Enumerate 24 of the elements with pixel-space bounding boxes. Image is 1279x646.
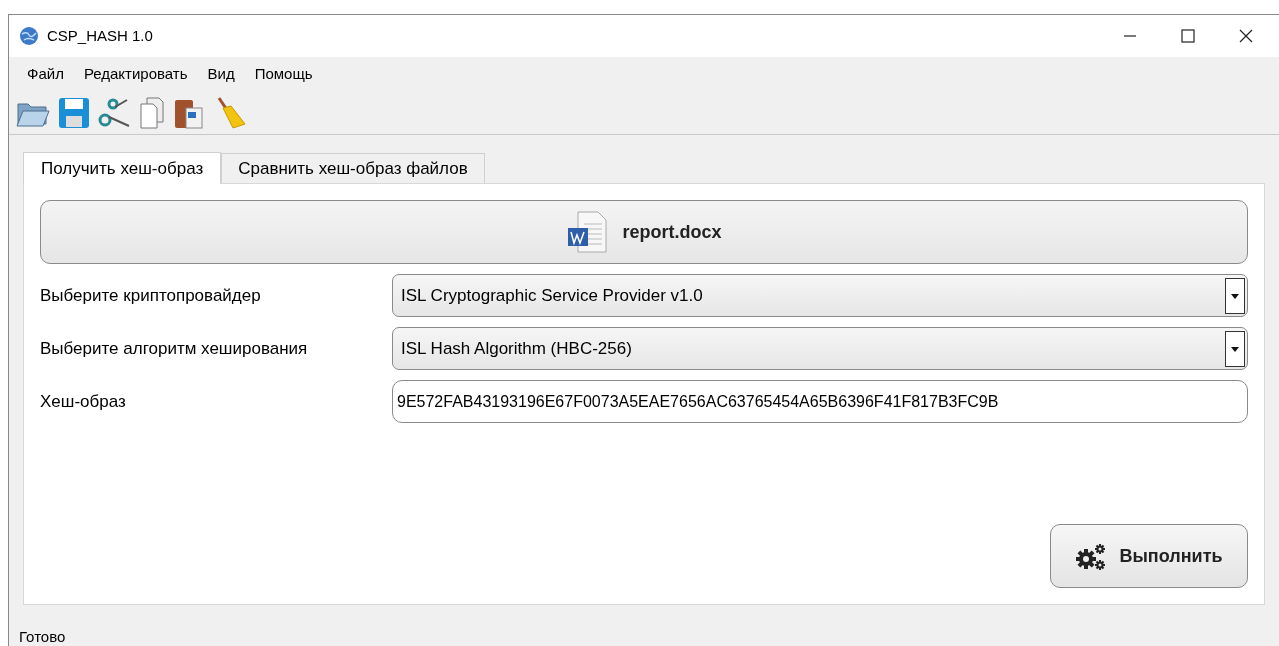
hash-field[interactable]: 9E572FAB43193196E67F0073A5EAE7656AC63765454A65B6396F41F817B3FC9B	[392, 380, 1248, 423]
menu-item[interactable]: Вид	[199, 62, 243, 86]
menu-item[interactable]: Редактировать	[75, 62, 196, 86]
run-button[interactable]: Выполнить	[1050, 524, 1248, 588]
field-label: Хеш-образ	[40, 390, 127, 413]
minimize-icon	[1123, 35, 1137, 37]
copy-icon[interactable]	[137, 95, 167, 130]
file-name: report.docx	[622, 220, 722, 244]
dropdown[interactable]: ISL Hash Algorithm (HBC-256)	[392, 327, 1248, 370]
document-icon	[566, 210, 609, 254]
maximize-icon	[1180, 28, 1196, 44]
app-globe-icon	[19, 26, 39, 46]
close-icon	[1238, 28, 1254, 44]
window-title: CSP_HASH 1.0	[47, 25, 153, 46]
save-icon[interactable]	[57, 95, 91, 130]
tab[interactable]: Сравнить хеш-образ файлов	[221, 153, 485, 183]
dropdown[interactable]: ISL Cryptographic Service Provider v1.0	[392, 274, 1248, 317]
menu-item[interactable]: Файл	[19, 62, 72, 86]
field-label: Выберите криптопровайдер	[40, 284, 262, 307]
field-label: Выберите алгоритм хеширования	[40, 337, 309, 360]
tab[interactable]: Получить хеш-образ	[23, 152, 222, 184]
status-text: Готово	[19, 628, 66, 646]
menu-item[interactable]: Помощь	[246, 62, 321, 86]
file-button[interactable]: report.docx	[40, 200, 1248, 264]
